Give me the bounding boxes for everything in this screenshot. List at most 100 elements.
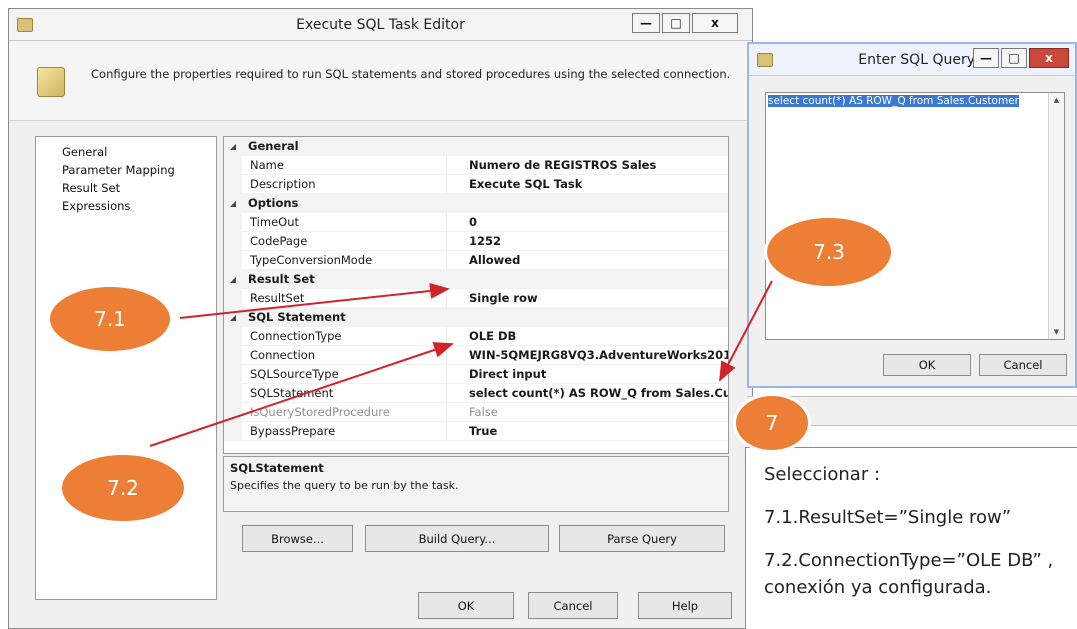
nav-item-parameter-mapping[interactable]: Parameter Mapping xyxy=(62,161,216,179)
property-name: Name xyxy=(250,158,284,172)
task-icon xyxy=(37,67,65,97)
property-row[interactable]: ResultSet Single row xyxy=(224,289,728,308)
sql-query-textarea[interactable]: select count(*) AS ROW_Q from Sales.Cust… xyxy=(765,92,1065,340)
property-row[interactable]: BypassPrepare True xyxy=(224,422,728,441)
property-name: SQLSourceType xyxy=(250,367,339,381)
note-line: conexión ya configurada. xyxy=(764,577,992,598)
property-value[interactable]: Execute SQL Task xyxy=(446,175,728,193)
property-name: TimeOut xyxy=(250,215,299,229)
ok-button[interactable]: OK xyxy=(418,592,514,619)
collapse-triangle-icon[interactable]: ◢ xyxy=(224,308,242,326)
maximize-button[interactable]: □ xyxy=(662,13,690,33)
minimize-button[interactable]: — xyxy=(632,13,660,33)
property-value[interactable]: Numero de REGISTROS Sales xyxy=(446,156,728,174)
property-row[interactable]: SQLStatement select count(*) AS ROW_Q fro… xyxy=(224,384,728,403)
property-value[interactable]: Allowed xyxy=(446,251,728,269)
property-name: ConnectionType xyxy=(250,329,342,343)
collapse-triangle-icon[interactable]: ◢ xyxy=(224,137,242,155)
description-title: SQLStatement xyxy=(230,461,324,475)
property-row[interactable]: Description Execute SQL Task xyxy=(224,175,728,194)
nav-item-expressions[interactable]: Expressions xyxy=(62,197,216,215)
row-gutter xyxy=(224,289,242,307)
row-gutter xyxy=(224,346,242,364)
annotation-7: 7 xyxy=(736,396,808,450)
category-label: General xyxy=(248,139,299,153)
row-gutter xyxy=(224,422,242,440)
property-name: ResultSet xyxy=(250,291,305,305)
property-value[interactable]: 1252 xyxy=(446,232,728,250)
property-value[interactable]: 0 xyxy=(446,213,728,231)
property-category-row[interactable]: ◢ Result Set xyxy=(224,270,728,289)
row-gutter xyxy=(224,213,242,231)
collapse-triangle-icon[interactable]: ◢ xyxy=(224,270,242,288)
enter-sql-query-window: Enter SQL Query — □ x select count(*) AS… xyxy=(747,42,1077,388)
property-category-row[interactable]: ◢ Options xyxy=(224,194,728,213)
row-gutter xyxy=(224,327,242,345)
property-value[interactable]: Single row xyxy=(446,289,728,307)
sql-close-button[interactable]: x xyxy=(1029,48,1069,68)
left-navigation: General Parameter Mapping Result Set Exp… xyxy=(35,136,217,600)
selected-query-text: select count(*) AS ROW_Q from Sales.Cust… xyxy=(768,95,1019,107)
row-gutter xyxy=(224,365,242,383)
scroll-down-icon[interactable]: ▼ xyxy=(1049,325,1064,339)
property-value[interactable]: WIN-5QMEJRG8VQ3.AdventureWorks2012 xyxy=(446,346,728,364)
build-query-button[interactable]: Build Query... xyxy=(365,525,549,552)
row-gutter xyxy=(224,403,242,421)
note-line: Seleccionar : xyxy=(764,464,881,485)
row-gutter xyxy=(224,251,242,269)
browse-button[interactable]: Browse... xyxy=(242,525,353,552)
help-button[interactable]: Help xyxy=(638,592,732,619)
property-name: BypassPrepare xyxy=(250,424,336,438)
property-name: TypeConversionMode xyxy=(250,253,373,267)
category-label: Options xyxy=(248,196,299,210)
property-grid: ◢ General Name Numero de REGISTROS Sales Des… xyxy=(223,136,729,454)
property-row[interactable]: TimeOut 0 xyxy=(224,213,728,232)
sql-maximize-button[interactable]: □ xyxy=(1001,48,1027,68)
collapse-triangle-icon[interactable]: ◢ xyxy=(224,194,242,212)
note-line: 7.1.ResultSet=”Single row” xyxy=(764,507,1012,528)
category-label: Result Set xyxy=(248,272,315,286)
property-category-row[interactable]: ◢ General xyxy=(224,137,728,156)
property-value[interactable]: select count(*) AS ROW_Q from Sales.Cust… xyxy=(446,384,728,402)
category-label: SQL Statement xyxy=(248,310,346,324)
property-row[interactable]: IsQueryStoredProcedure False xyxy=(224,403,728,422)
property-row[interactable]: SQLSourceType Direct input xyxy=(224,365,728,384)
property-row[interactable]: ConnectionType OLE DB xyxy=(224,327,728,346)
cancel-button[interactable]: Cancel xyxy=(528,592,618,619)
instruction-notes: Seleccionar : 7.1.ResultSet=”Single row”… xyxy=(745,447,1077,629)
sql-titlebar[interactable]: Enter SQL Query — □ x xyxy=(749,44,1075,76)
property-value[interactable]: True xyxy=(446,422,728,440)
sql-cancel-button[interactable]: Cancel xyxy=(979,354,1067,376)
property-name: Description xyxy=(250,177,316,191)
sql-window-title: Enter SQL Query xyxy=(858,52,975,68)
close-button[interactable]: x xyxy=(692,13,738,33)
property-row[interactable]: TypeConversionMode Allowed xyxy=(224,251,728,270)
annotation-7-2: 7.2 xyxy=(62,455,184,521)
app-icon xyxy=(17,18,33,32)
property-row[interactable]: Connection WIN-5QMEJRG8VQ3.AdventureWorks… xyxy=(224,346,728,365)
property-row[interactable]: CodePage 1252 xyxy=(224,232,728,251)
window-controls: — □ x xyxy=(630,13,738,33)
header-banner: Configure the properties required to run… xyxy=(9,41,752,121)
main-titlebar[interactable]: Execute SQL Task Editor — □ x xyxy=(9,9,752,41)
nav-item-general[interactable]: General xyxy=(62,143,216,161)
parse-query-button[interactable]: Parse Query xyxy=(559,525,725,552)
sql-scrollbar[interactable]: ▲ ▼ xyxy=(1048,93,1064,339)
property-name: SQLStatement xyxy=(250,386,334,400)
nav-item-result-set[interactable]: Result Set xyxy=(62,179,216,197)
property-value[interactable]: OLE DB xyxy=(446,327,728,345)
sql-ok-button[interactable]: OK xyxy=(883,354,971,376)
property-row[interactable]: Name Numero de REGISTROS Sales xyxy=(224,156,728,175)
property-name: CodePage xyxy=(250,234,308,248)
property-name: IsQueryStoredProcedure xyxy=(250,405,390,419)
property-name: Connection xyxy=(250,348,316,362)
header-description: Configure the properties required to run… xyxy=(91,67,731,81)
sql-minimize-button[interactable]: — xyxy=(973,48,999,68)
row-gutter xyxy=(224,175,242,193)
property-category-row[interactable]: ◢ SQL Statement xyxy=(224,308,728,327)
row-gutter xyxy=(224,156,242,174)
row-gutter xyxy=(224,384,242,402)
scroll-up-icon[interactable]: ▲ xyxy=(1049,93,1064,107)
property-value[interactable]: False xyxy=(446,403,728,421)
property-value[interactable]: Direct input xyxy=(446,365,728,383)
